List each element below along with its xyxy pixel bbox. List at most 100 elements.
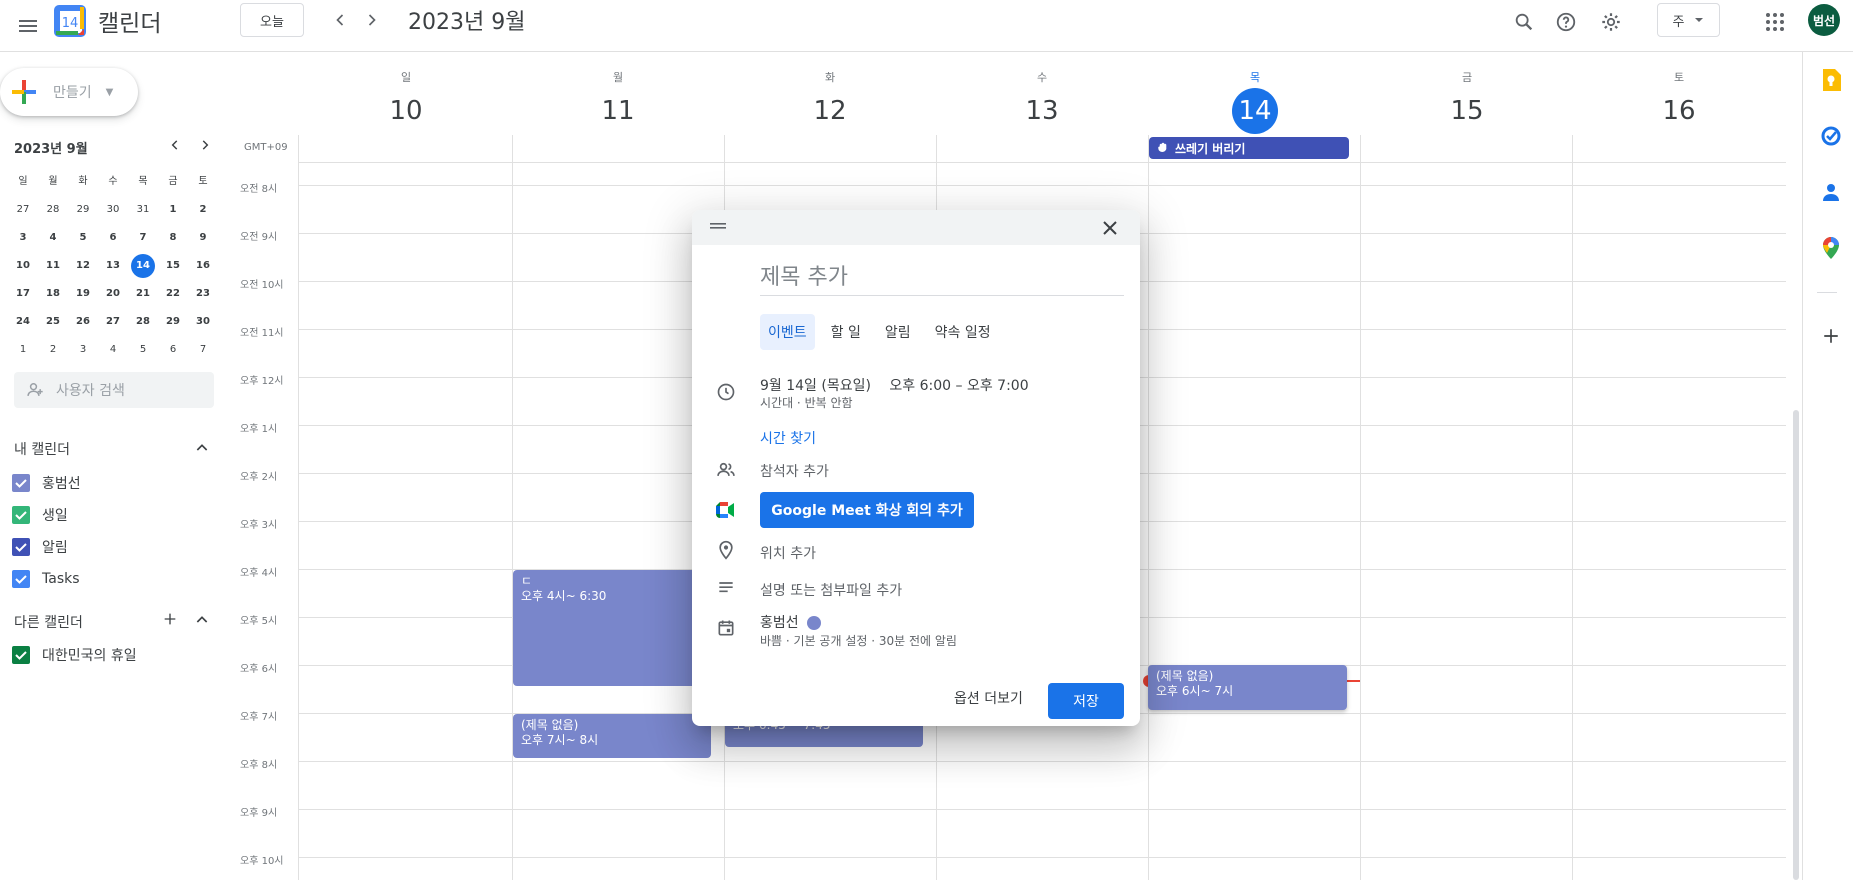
tasks-button[interactable]: [1819, 124, 1843, 148]
mini-day[interactable]: 10: [8, 254, 38, 278]
calendar-item-hongbeomseon[interactable]: 홍범선: [12, 472, 81, 494]
mini-day[interactable]: 21: [128, 282, 158, 306]
next-week-button[interactable]: [358, 6, 386, 34]
checkbox-checked-icon[interactable]: [12, 474, 30, 492]
mini-day[interactable]: 12: [68, 254, 98, 278]
mini-day[interactable]: 2: [188, 198, 218, 222]
mini-day[interactable]: 19: [68, 282, 98, 306]
day-number-today[interactable]: 14: [1232, 88, 1278, 134]
contacts-button[interactable]: [1819, 180, 1843, 204]
mini-day[interactable]: 16: [188, 254, 218, 278]
dialog-drag-bar[interactable]: [692, 210, 1140, 245]
mini-day[interactable]: 29: [68, 198, 98, 222]
add-guests-field[interactable]: 참석자 추가: [760, 461, 829, 481]
search-button[interactable]: [1508, 6, 1540, 38]
mini-day[interactable]: 17: [8, 282, 38, 306]
checkbox-checked-icon[interactable]: [12, 506, 30, 524]
get-addons-button[interactable]: [1819, 324, 1843, 348]
mini-day[interactable]: 30: [98, 198, 128, 222]
mini-day-today[interactable]: 14: [128, 254, 158, 278]
day-number[interactable]: 12: [807, 88, 853, 134]
mini-day[interactable]: 5: [68, 226, 98, 250]
day-number[interactable]: 11: [595, 88, 641, 134]
mini-day[interactable]: 24: [8, 310, 38, 334]
event-block[interactable]: (제목 없음) 오후 7시~ 8시: [513, 714, 711, 758]
mini-day[interactable]: 5: [128, 338, 158, 362]
my-calendars-header[interactable]: 내 캘린더: [14, 439, 70, 459]
help-button[interactable]: [1550, 6, 1582, 38]
calendar-item-reminders[interactable]: 알림: [12, 536, 68, 558]
add-other-calendar-button[interactable]: [162, 611, 178, 631]
mini-day[interactable]: 3: [8, 226, 38, 250]
event-time-range[interactable]: 오후 6:00 – 오후 7:00: [889, 378, 1028, 394]
mini-day[interactable]: 25: [38, 310, 68, 334]
timezone-repeat-info[interactable]: 시간대 · 반복 안함: [760, 394, 853, 411]
tab-reminder[interactable]: 알림: [877, 314, 919, 350]
account-avatar[interactable]: 범선: [1808, 4, 1840, 36]
mini-day[interactable]: 1: [8, 338, 38, 362]
apps-button[interactable]: [1759, 6, 1791, 38]
mini-day[interactable]: 15: [158, 254, 188, 278]
mini-day[interactable]: 8: [158, 226, 188, 250]
add-google-meet-button[interactable]: Google Meet 화상 회의 추가: [760, 492, 974, 528]
day-number[interactable]: 13: [1019, 88, 1065, 134]
mini-day[interactable]: 27: [8, 198, 38, 222]
event-block[interactable]: ㄷ 오후 4시~ 6:30: [513, 570, 711, 686]
mini-day[interactable]: 23: [188, 282, 218, 306]
mini-day[interactable]: 20: [98, 282, 128, 306]
checkbox-checked-icon[interactable]: [12, 570, 30, 588]
mini-day[interactable]: 22: [158, 282, 188, 306]
calendar-settings-info[interactable]: 바쁨 · 기본 공개 설정 · 30분 전에 알림: [760, 632, 957, 649]
mini-day[interactable]: 27: [98, 310, 128, 334]
today-button[interactable]: 오늘: [240, 3, 304, 37]
tab-event[interactable]: 이벤트: [760, 314, 815, 350]
mini-day[interactable]: 30: [188, 310, 218, 334]
grid-scrollbar[interactable]: [1793, 410, 1799, 880]
day-number[interactable]: 16: [1656, 88, 1702, 134]
keep-button[interactable]: [1819, 68, 1843, 92]
add-description-field[interactable]: 설명 또는 첨부파일 추가: [760, 580, 902, 600]
mini-day[interactable]: 26: [68, 310, 98, 334]
event-datetime[interactable]: 9월 14일 (목요일) 오후 6:00 – 오후 7:00: [760, 375, 1029, 395]
mini-day[interactable]: 18: [38, 282, 68, 306]
allday-event-chip[interactable]: 쓰레기 버리기: [1149, 137, 1349, 159]
mini-prev-month-button[interactable]: [168, 137, 182, 156]
checkbox-checked-icon[interactable]: [12, 538, 30, 556]
more-options-button[interactable]: 옵션 더보기: [946, 680, 1031, 716]
my-calendars-toggle[interactable]: [194, 440, 210, 460]
other-calendars-header[interactable]: 다른 캘린더: [14, 612, 83, 632]
close-dialog-button[interactable]: [1098, 216, 1122, 240]
mini-day[interactable]: 2: [38, 338, 68, 362]
mini-day[interactable]: 31: [128, 198, 158, 222]
mini-day[interactable]: 7: [188, 338, 218, 362]
tab-task[interactable]: 할 일: [823, 314, 869, 350]
prev-week-button[interactable]: [326, 6, 354, 34]
create-button[interactable]: 만들기 ▼: [0, 68, 138, 116]
mini-day[interactable]: 29: [158, 310, 188, 334]
settings-button[interactable]: [1595, 6, 1627, 38]
mini-day[interactable]: 28: [128, 310, 158, 334]
calendar-item-birthdays[interactable]: 생일: [12, 504, 68, 526]
mini-day[interactable]: 6: [158, 338, 188, 362]
find-time-link[interactable]: 시간 찾기: [760, 428, 816, 448]
main-menu-button[interactable]: [8, 6, 48, 46]
mini-next-month-button[interactable]: [198, 137, 212, 156]
mini-day[interactable]: 4: [38, 226, 68, 250]
event-date[interactable]: 9월 14일 (목요일): [760, 378, 871, 394]
search-people-input[interactable]: 사용자 검색: [14, 372, 214, 408]
calendar-item-kr-holidays[interactable]: 대한민국의 휴일: [12, 644, 137, 666]
mini-day[interactable]: 9: [188, 226, 218, 250]
mini-day[interactable]: 7: [128, 226, 158, 250]
mini-day[interactable]: 6: [98, 226, 128, 250]
tab-appointment[interactable]: 약속 일정: [927, 314, 999, 350]
mini-day[interactable]: 4: [98, 338, 128, 362]
save-button[interactable]: 저장: [1048, 683, 1124, 719]
mini-day[interactable]: 13: [98, 254, 128, 278]
day-number[interactable]: 10: [383, 88, 429, 134]
other-calendars-toggle[interactable]: [194, 612, 210, 632]
day-number[interactable]: 15: [1444, 88, 1490, 134]
mini-day[interactable]: 11: [38, 254, 68, 278]
calendar-selector[interactable]: 홍범선: [760, 612, 821, 632]
event-block-draft[interactable]: (제목 없음) 오후 6시~ 7시: [1148, 665, 1347, 710]
mini-day[interactable]: 28: [38, 198, 68, 222]
